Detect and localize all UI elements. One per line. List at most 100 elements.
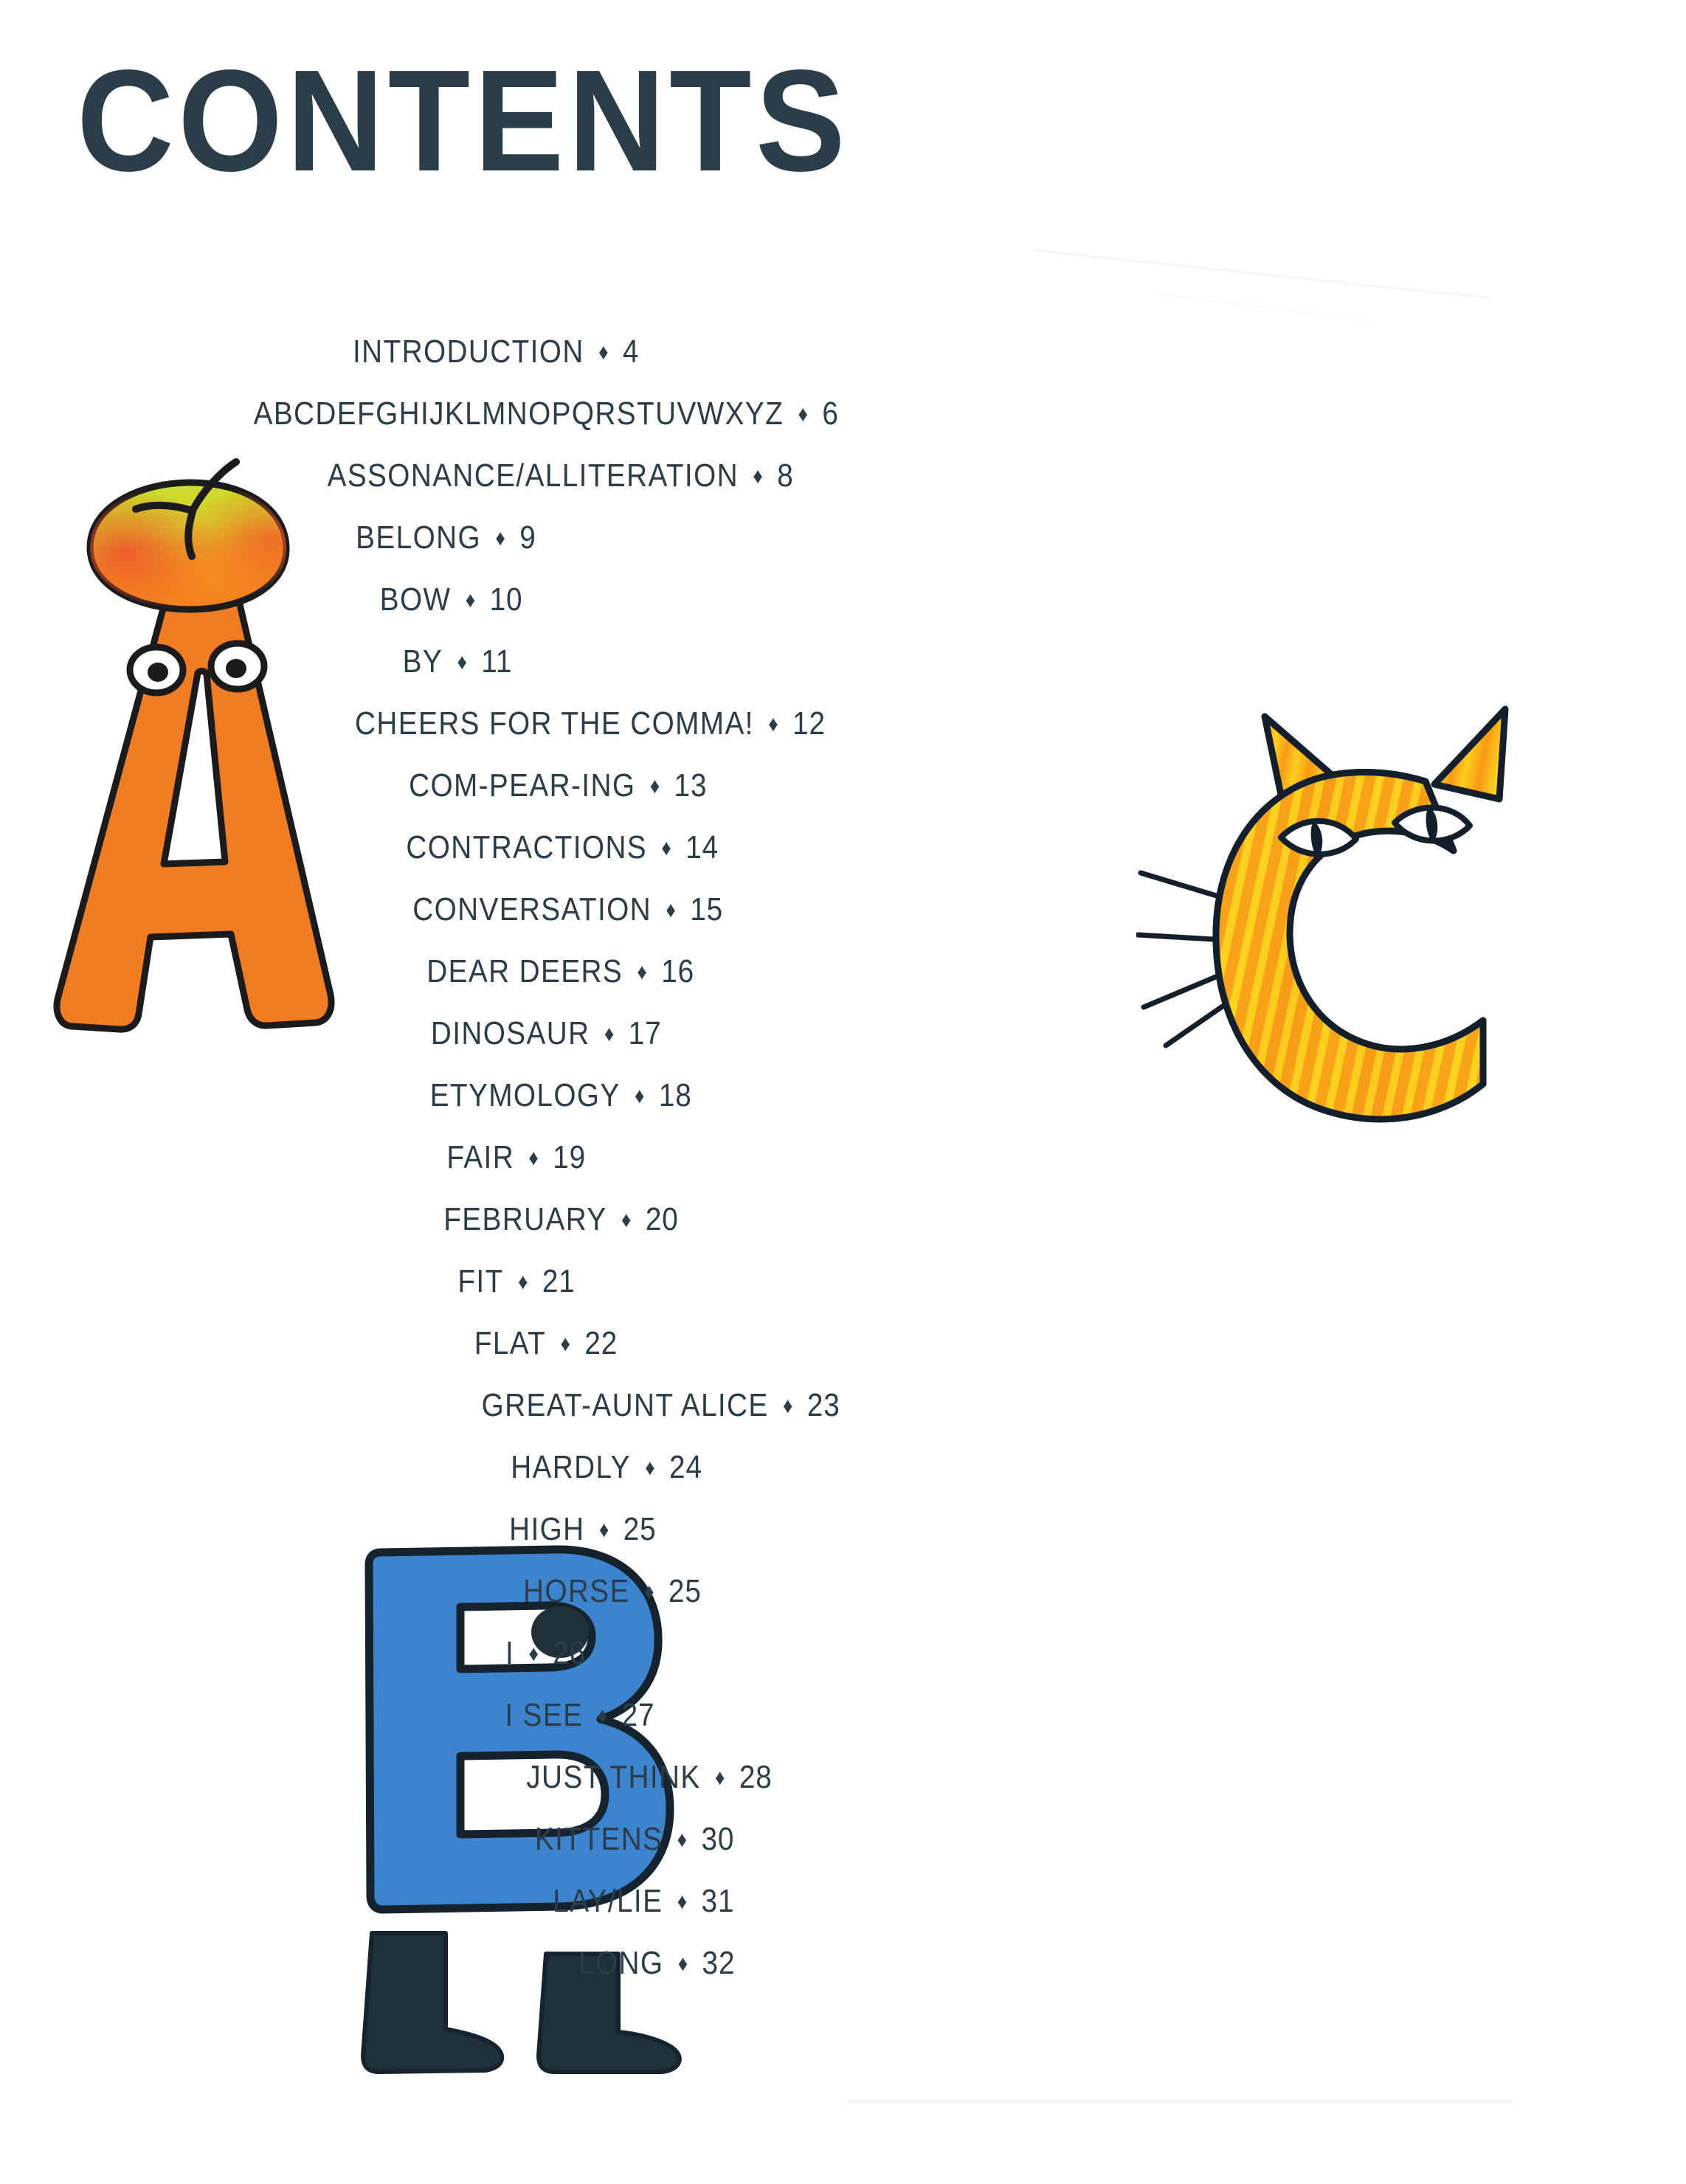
toc-entry-label: BELONG: [355, 519, 481, 556]
toc-entry-page-number: 28: [739, 1759, 773, 1795]
toc-entry-inner: HARDLY ♦ 24: [511, 1449, 702, 1486]
toc-entry-inner: JUST THINK ♦ 28: [526, 1759, 772, 1796]
toc-entry[interactable]: ETYMOLOGY ♦ 18: [0, 1077, 1404, 1139]
scan-artifact-streak: [1151, 292, 1372, 322]
toc-entry[interactable]: BOW ♦ 10: [0, 581, 1295, 643]
toc-entry-inner: CONVERSATION ♦ 15: [413, 891, 724, 928]
toc-entry-label: HORSE: [523, 1573, 630, 1609]
diamond-separator-icon: ♦: [661, 836, 671, 860]
toc-entry-label: FEBRUARY: [443, 1201, 607, 1237]
toc-entry-inner: FAIR ♦ 19: [447, 1139, 587, 1176]
toc-entry[interactable]: BY ♦ 11: [0, 643, 1301, 705]
toc-entry-label: BY: [402, 643, 443, 680]
toc-entry-label: ABCDEFGHIJKLMNOPQRSTUVWXYZ: [253, 395, 784, 432]
diamond-separator-icon: ♦: [666, 898, 677, 922]
toc-entry[interactable]: ASSONANCE/ALLITERATION ♦ 8: [0, 457, 1404, 519]
toc-entry-inner: BY ♦ 11: [403, 643, 513, 680]
toc-entry[interactable]: DINOSAUR ♦ 17: [0, 1015, 1389, 1077]
diamond-separator-icon: ♦: [634, 1084, 645, 1108]
contents-page: CONTENTS INTRODUCTION ♦ 4 ABCDEFGHIJKLMN…: [0, 0, 1686, 2184]
toc-entry[interactable]: ABCDEFGHIJKLMNOPQRSTUVWXYZ ♦ 6: [0, 395, 1389, 457]
diamond-separator-icon: ♦: [649, 774, 660, 798]
toc-entry-label: ETYMOLOGY: [429, 1077, 621, 1113]
diamond-separator-icon: ♦: [645, 1456, 655, 1480]
diamond-separator-icon: ♦: [598, 340, 609, 364]
toc-entry-label: CONTRACTIONS: [406, 829, 647, 865]
toc-entry[interactable]: GREAT-AUNT ALICE ♦ 23: [0, 1387, 1504, 1449]
toc-entry[interactable]: HORSE ♦ 25: [0, 1573, 1456, 1635]
toc-entry-label: I: [505, 1635, 515, 1671]
toc-entry-page-number: 4: [622, 334, 640, 370]
toc-entry-inner: LONG ♦ 32: [578, 1945, 735, 1982]
toc-entry-page-number: 11: [481, 643, 513, 680]
toc-entry-inner: KITTENS ♦ 30: [535, 1821, 734, 1858]
toc-entry[interactable]: INTRODUCTION ♦ 4: [0, 334, 1339, 395]
toc-entry-inner: FIT ♦ 21: [457, 1263, 575, 1300]
toc-entry-label: FIT: [457, 1263, 504, 1299]
toc-entry-inner: HIGH ♦ 25: [509, 1511, 656, 1548]
diamond-separator-icon: ♦: [599, 1518, 609, 1542]
toc-entry[interactable]: LONG ♦ 32: [0, 1945, 1500, 2007]
toc-entry[interactable]: FLAT ♦ 22: [0, 1325, 1389, 1387]
toc-entry-page-number: 23: [807, 1387, 841, 1423]
toc-entry-label: JUST THINK: [526, 1759, 701, 1795]
diamond-separator-icon: ♦: [637, 960, 648, 984]
toc-entry-label: COM-PEAR-ING: [408, 767, 636, 804]
toc-entry[interactable]: HIGH ♦ 25: [0, 1511, 1426, 1573]
toc-entry-inner: INTRODUCTION ♦ 4: [353, 334, 639, 370]
toc-entry[interactable]: FIT ♦ 21: [0, 1263, 1360, 1325]
toc-entry-inner: GREAT-AUNT ALICE ♦ 23: [482, 1387, 840, 1424]
toc-entry-label: KITTENS: [534, 1821, 663, 1857]
toc-entry-page-number: 16: [661, 953, 695, 989]
toc-entry-inner: BELONG ♦ 9: [356, 519, 536, 556]
toc-entry-page-number: 30: [701, 1821, 735, 1857]
toc-entry-page-number: 31: [701, 1883, 735, 1919]
toc-entry-page-number: 9: [519, 519, 536, 556]
toc-entry-page-number: 27: [621, 1697, 655, 1733]
toc-entry[interactable]: BELONG ♦ 9: [0, 519, 1289, 581]
toc-entry[interactable]: CONTRACTIONS ♦ 14: [0, 829, 1406, 891]
toc-entry-label: LONG: [578, 1945, 664, 1981]
toc-entry-page-number: 13: [674, 767, 708, 804]
toc-entry-inner: COM-PEAR-ING ♦ 13: [409, 767, 707, 804]
toc-entry[interactable]: KITTENS ♦ 30: [0, 1821, 1478, 1883]
diamond-separator-icon: ♦: [560, 1332, 571, 1356]
toc-entry-inner: LAY/LIE ♦ 31: [553, 1883, 734, 1920]
diamond-separator-icon: ♦: [644, 1580, 654, 1604]
toc-entry[interactable]: COM-PEAR-ING ♦ 13: [0, 767, 1401, 829]
diamond-separator-icon: ♦: [768, 712, 778, 736]
toc-entry-page-number: 25: [623, 1511, 657, 1547]
toc-entry[interactable]: LAY/LIE ♦ 31: [0, 1883, 1487, 1945]
toc-entry-label: LAY/LIE: [552, 1883, 663, 1919]
toc-entry-label: I SEE: [505, 1697, 584, 1733]
toc-entry[interactable]: HARDLY ♦ 24: [0, 1449, 1450, 1511]
page-title: CONTENTS: [77, 40, 850, 201]
toc-entry[interactable]: I SEE ♦ 27: [0, 1697, 1423, 1759]
toc-entry[interactable]: I ♦ 26: [0, 1635, 1389, 1697]
diamond-separator-icon: ♦: [798, 402, 808, 426]
toc-entry-label: BOW: [380, 581, 452, 618]
toc-entry-label: FAIR: [446, 1139, 515, 1175]
toc-entry[interactable]: FAIR ♦ 19: [0, 1139, 1360, 1201]
diamond-separator-icon: ♦: [457, 650, 467, 674]
diamond-separator-icon: ♦: [677, 1952, 688, 1976]
toc-entry-page-number: 8: [777, 457, 795, 494]
diamond-separator-icon: ♦: [621, 1208, 632, 1232]
toc-entry-inner: BOW ♦ 10: [380, 581, 523, 618]
toc-entry[interactable]: DEAR DEERS ♦ 16: [0, 953, 1404, 1015]
toc-entry[interactable]: FEBRUARY ♦ 20: [0, 1201, 1404, 1263]
toc-entry[interactable]: CONVERSATION ♦ 15: [0, 891, 1412, 953]
diamond-separator-icon: ♦: [597, 1704, 608, 1728]
toc-entry[interactable]: CHEERS FOR THE COMMA! ♦ 12: [0, 705, 1434, 767]
toc-entry-label: HIGH: [509, 1511, 585, 1547]
toc-entry-page-number: 26: [553, 1635, 587, 1671]
toc-entry-inner: ETYMOLOGY ♦ 18: [430, 1077, 692, 1114]
toc-entry-page-number: 20: [645, 1201, 679, 1237]
toc-entry[interactable]: JUST THINK ♦ 28: [0, 1759, 1493, 1821]
toc-entry-inner: DINOSAUR ♦ 17: [431, 1015, 662, 1052]
toc-entry-inner: HORSE ♦ 25: [523, 1573, 702, 1610]
toc-entry-label: CHEERS FOR THE COMMA!: [355, 705, 754, 742]
table-of-contents: INTRODUCTION ♦ 4 ABCDEFGHIJKLMNOPQRSTUVWXYZ…: [0, 334, 1686, 2007]
scan-artifact-streak: [1034, 249, 1490, 300]
diamond-separator-icon: ♦: [604, 1022, 615, 1046]
